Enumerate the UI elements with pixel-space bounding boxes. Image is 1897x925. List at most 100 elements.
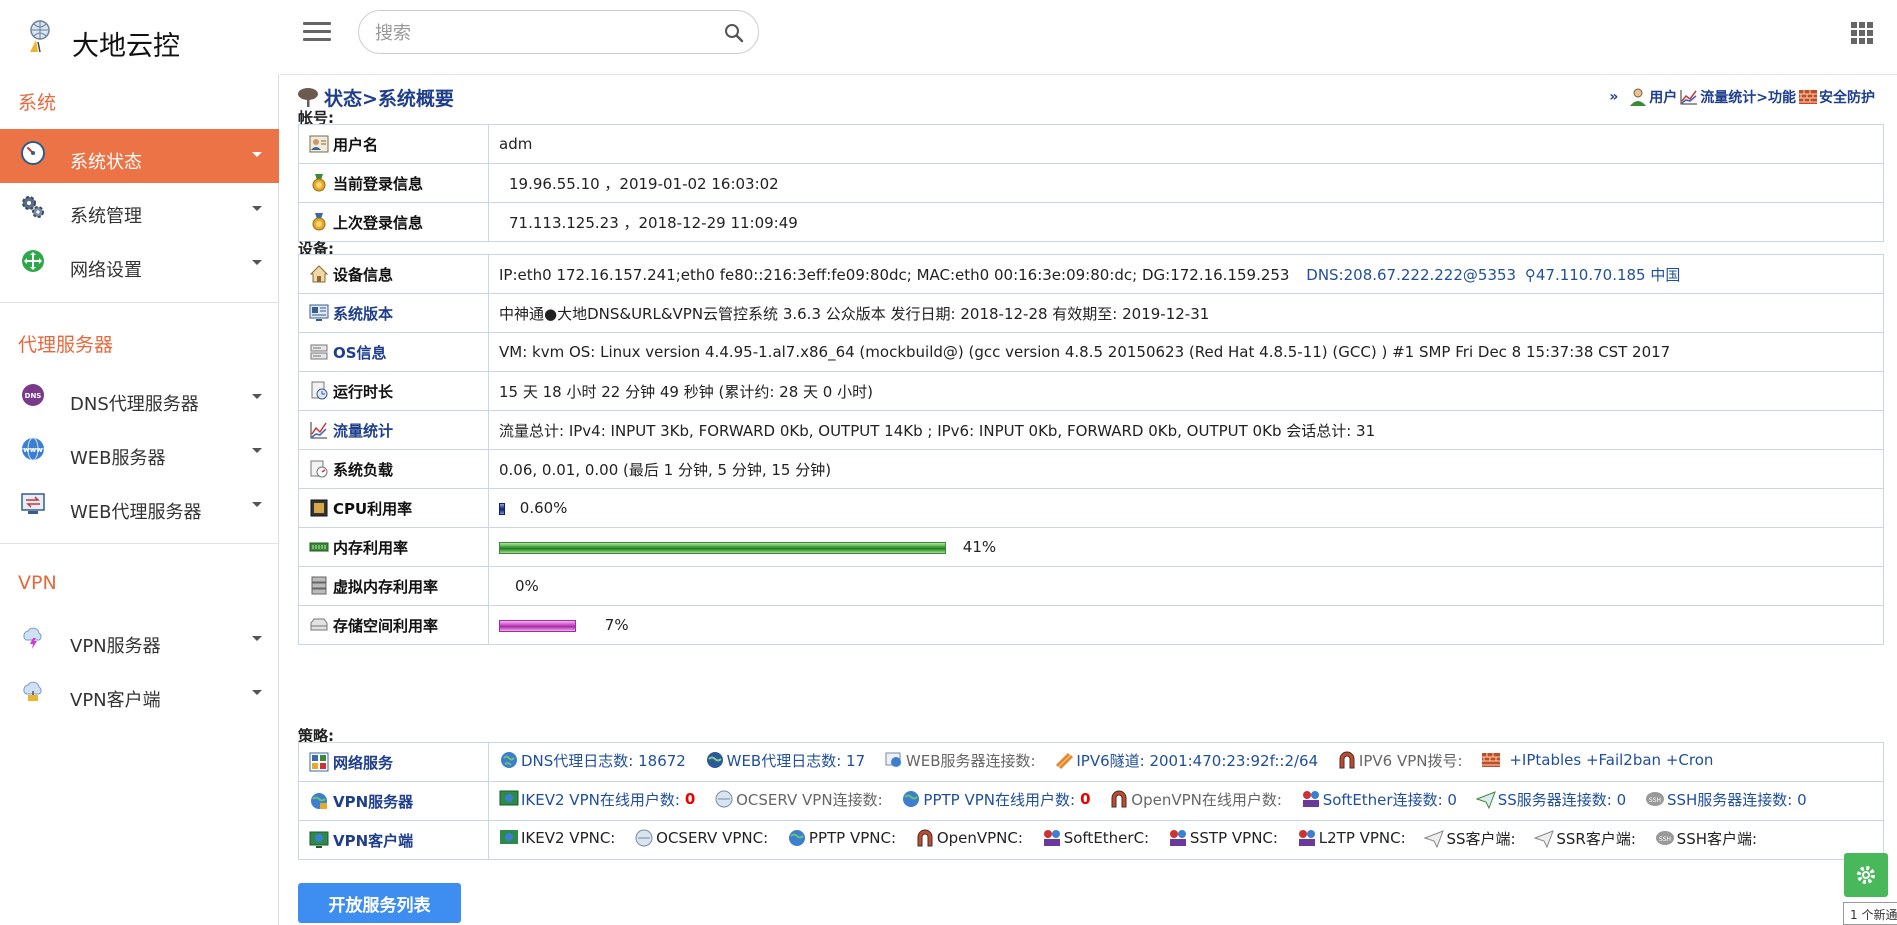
ikev2-vpnc-link[interactable]: IKEV2 VPNC: <box>499 828 615 848</box>
sidebar-item-label: VPN服务器 <box>70 636 161 657</box>
sidebar-item-dns-proxy[interactable]: DNS DNS代理服务器 <box>0 371 279 425</box>
vpnc-label: L2TP VPNC: <box>1318 829 1406 848</box>
sidebar-item-network-settings[interactable]: 网络设置 <box>0 237 279 291</box>
ssh-client-link[interactable]: SSH SSH客户端: <box>1655 828 1757 849</box>
openvpn-online-link[interactable]: OpenVPN在线用户数: <box>1109 789 1282 810</box>
username-value: adm <box>488 124 1884 164</box>
ocserv-vpnc-link[interactable]: OCSERV VPNC: <box>634 828 768 848</box>
ss-client-link[interactable]: SS客户端: <box>1424 828 1516 849</box>
people-icon <box>1043 830 1060 847</box>
ipv6-vpn-text: IPV6 VPN拨号: <box>1358 751 1463 770</box>
chevron-down-icon <box>252 690 262 695</box>
pptp-vpnc-link[interactable]: PPTP VPNC: <box>787 828 896 848</box>
apps-grid-icon[interactable] <box>1851 22 1873 44</box>
l2tp-vpnc-link[interactable]: L2TP VPNC: <box>1297 828 1406 848</box>
user-card-icon <box>309 135 329 153</box>
sidebar-item-vpn-client[interactable]: VPN客户端 <box>0 667 279 721</box>
ssh-conn-text: SSH服务器连接数: 0 <box>1666 790 1807 809</box>
ss-conn-link[interactable]: SS服务器连接数: 0 <box>1475 789 1626 810</box>
policy-table: 网络服务 DNS代理日志数: 18672 WEB代理日志数: 17 WEB服务器… <box>298 742 1884 860</box>
monitor-icon <box>309 304 329 321</box>
sidebar-section-system: 系统 <box>18 92 57 114</box>
ipv6-tunnel-text: IPV6隧道: 2001:470:23:92f::2/64 <box>1076 751 1319 770</box>
ocserv-conn-link[interactable]: OCSERV VPN连接数: <box>714 789 883 810</box>
table-row: 网络服务 DNS代理日志数: 18672 WEB代理日志数: 17 WEB服务器… <box>298 742 1884 782</box>
sidebar-item-web-server[interactable]: www WEB服务器 <box>0 425 279 479</box>
firewall-icon <box>1482 753 1501 768</box>
chevron-down-icon <box>252 636 262 641</box>
proxy-transfer-icon <box>21 493 45 514</box>
device-table: 设备信息 IP:eth0 172.16.157.241;eth0 fe80::2… <box>298 254 1884 645</box>
settings-button[interactable] <box>1844 853 1888 897</box>
globe-icon <box>903 791 920 808</box>
vpn-client-link[interactable]: VPN客户端 <box>333 830 413 851</box>
medal-icon <box>312 174 326 192</box>
quick-link-security[interactable]: 安全防护 <box>1798 87 1875 107</box>
sidebar-item-label: 系统状态 <box>70 152 142 173</box>
vpnc-label: SS客户端: <box>1446 829 1516 848</box>
openvpnc-link[interactable]: OpenVPNC: <box>915 828 1023 848</box>
people-icon <box>1298 830 1315 847</box>
table-row: 存储空间利用率 7% <box>298 605 1884 645</box>
system-version-link[interactable]: 系统版本 <box>333 303 393 324</box>
search-icon[interactable] <box>722 21 746 45</box>
row-label: 虚拟内存利用率 <box>333 577 439 596</box>
os-info-value: VM: kvm OS: Linux version 4.4.95-1.al7.x… <box>488 332 1884 372</box>
notification-tip[interactable]: 1 个新通 <box>1843 902 1897 925</box>
sidebar-item-system-management[interactable]: 系统管理 <box>0 183 279 237</box>
ikev2-online-link[interactable]: IKEV2 VPN在线用户数: 0 <box>499 789 695 810</box>
people-icon <box>1169 830 1186 847</box>
os-info-link[interactable]: OS信息 <box>333 342 387 363</box>
vpn-server-link[interactable]: VPN服务器 <box>333 791 413 812</box>
open-services-button[interactable]: 开放服务列表 <box>298 883 461 923</box>
quick-link-users[interactable]: 用户 <box>1628 87 1677 107</box>
location-pin-icon: ⚲ <box>1524 265 1536 284</box>
ssh-conn-link[interactable]: SSH SSH服务器连接数: 0 <box>1645 789 1807 810</box>
uptime-value: 15 天 18 小时 22 分钟 49 秒钟 (累计约: 28 天 0 小时) <box>488 371 1884 411</box>
arch-icon <box>1339 751 1355 769</box>
ipv6-tunnel-link[interactable]: IPV6隧道: 2001:470:23:92f::2/64 <box>1054 750 1318 771</box>
user-icon <box>1630 88 1647 106</box>
line-chart-icon <box>310 422 327 439</box>
arch-icon <box>917 829 933 847</box>
divider <box>0 302 279 303</box>
menu-toggle-button[interactable] <box>303 22 331 44</box>
load-gauge-icon <box>310 460 328 478</box>
sstp-vpnc-link[interactable]: SSTP VPNC: <box>1168 828 1278 848</box>
search-input[interactable] <box>375 21 705 45</box>
pptp-online-link[interactable]: PPTP VPN在线用户数: 0 <box>901 789 1091 810</box>
iptables-link[interactable]: +IPtables +Fail2ban +Cron <box>1481 750 1713 770</box>
cloud-lightning-icon <box>23 627 42 649</box>
storage-usage-value: 7% <box>604 616 629 634</box>
ipv6-vpn-link[interactable]: IPV6 VPN拨号: <box>1337 750 1463 771</box>
sidebar-item-label: WEB服务器 <box>70 448 166 469</box>
storage-usage-cell: 7% <box>488 605 1884 645</box>
quick-link-label: 流量统计>功能 <box>1700 90 1796 106</box>
gear-icon <box>1857 866 1875 884</box>
last-login-value: 71.113.125.23 ，2018-12-29 11:09:49 <box>488 202 1884 242</box>
traffic-stats-link[interactable]: 流量统计 <box>333 420 393 441</box>
sidebar-item-web-proxy[interactable]: WEB代理服务器 <box>0 479 279 533</box>
grid-services-icon <box>309 752 329 772</box>
web-server-conn-link[interactable]: WEB服务器连接数: <box>884 750 1036 771</box>
table-row: VPN客户端 IKEV2 VPNC: OCSERV VPNC: PPTP VPN… <box>298 820 1884 860</box>
network-services-link[interactable]: 网络服务 <box>333 752 393 773</box>
pptp-online-count: 0 <box>1080 790 1091 809</box>
quick-links-prefix: » <box>1609 89 1619 105</box>
web-proxy-log-link[interactable]: WEB代理日志数: 17 <box>705 750 866 771</box>
sidebar-item-vpn-server[interactable]: VPN服务器 <box>0 613 279 667</box>
quick-link-traffic[interactable]: 流量统计>功能 <box>1679 87 1796 107</box>
chevron-down-icon <box>252 260 262 265</box>
table-row: 用户名 adm <box>298 124 1884 164</box>
softetherc-link[interactable]: SoftEtherC: <box>1042 828 1149 848</box>
paper-plane-icon <box>1424 830 1445 849</box>
web-proxy-log-text: WEB代理日志数: 17 <box>726 751 866 770</box>
system-version-value: 中神通●大地DNS&URL&VPN云管控系统 3.6.3 公众版本 发行日期: … <box>488 293 1884 333</box>
server-icon <box>310 344 328 360</box>
softether-conn-link[interactable]: SoftEther连接数: 0 <box>1301 789 1457 810</box>
dns-log-link[interactable]: DNS代理日志数: 18672 <box>499 750 686 771</box>
vpnc-label: OCSERV VPNC: <box>656 829 769 848</box>
sidebar-item-system-status[interactable]: 系统状态 <box>0 129 279 183</box>
row-label: 系统负载 <box>333 460 394 479</box>
ssr-client-link[interactable]: SSR客户端: <box>1534 828 1636 849</box>
